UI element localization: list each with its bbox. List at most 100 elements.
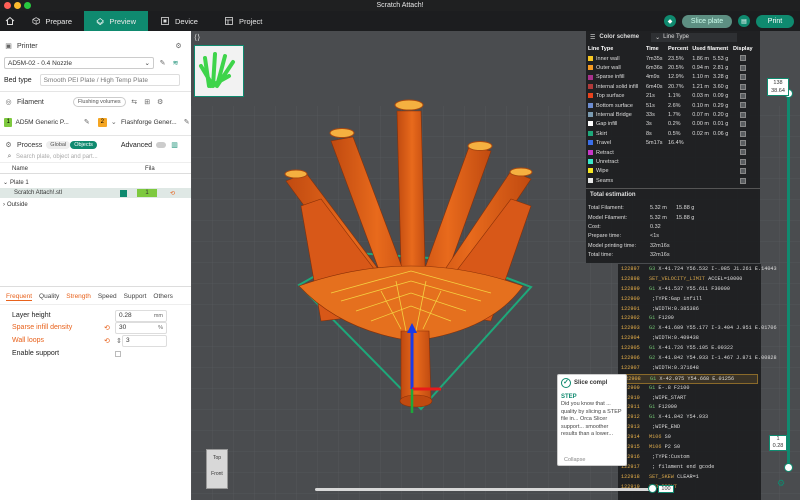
sparse-infill-input[interactable]: 30 % bbox=[115, 321, 167, 334]
legend-row[interactable]: Wipe bbox=[586, 167, 755, 176]
bed-type-select[interactable]: Smooth PEI Plate / High Temp Plate bbox=[39, 74, 180, 86]
filament-slot-1-badge[interactable]: 1 bbox=[4, 117, 13, 127]
notification-collapse[interactable]: Collapse bbox=[564, 457, 585, 463]
display-checkbox[interactable] bbox=[739, 55, 746, 62]
outside-row[interactable]: › Outside bbox=[0, 200, 191, 209]
display-checkbox[interactable] bbox=[739, 93, 746, 100]
legend-row[interactable]: Retract bbox=[586, 148, 755, 157]
display-checkbox[interactable] bbox=[739, 149, 746, 156]
object-checkbox[interactable] bbox=[120, 189, 127, 197]
print-button[interactable]: Print bbox=[756, 14, 794, 28]
minimize-window-button[interactable] bbox=[14, 2, 21, 9]
display-checkbox[interactable] bbox=[739, 158, 746, 165]
tab-frequent[interactable]: Frequent bbox=[6, 293, 33, 301]
legend-time: 51s bbox=[646, 102, 655, 109]
advanced-toggle[interactable] bbox=[156, 142, 166, 148]
flushing-volumes-button[interactable]: Flushing volumes bbox=[72, 97, 126, 107]
plate-thumbnail[interactable] bbox=[194, 45, 244, 97]
edit-filament-2-icon[interactable]: ✎ bbox=[183, 118, 191, 127]
tab-others[interactable]: Others bbox=[153, 293, 173, 300]
tab-support[interactable]: Support bbox=[124, 293, 147, 300]
tab-quality[interactable]: Quality bbox=[39, 293, 59, 300]
legend-row[interactable]: Outer wall 6m36s 20.5% 0.94 m 2.81 g bbox=[586, 63, 755, 72]
close-window-button[interactable] bbox=[4, 2, 11, 9]
legend-row[interactable]: Skirt 8s 0.5% 0.02 m 0.06 g bbox=[586, 129, 755, 138]
printer-preset-select[interactable]: AD5M-02 - 0.4 Nozzle ⌄ bbox=[4, 57, 154, 69]
layer-slider-settings-icon[interactable]: ⚙ bbox=[777, 478, 789, 490]
tab-device[interactable]: Device bbox=[148, 11, 212, 31]
reset-sparse-infill-icon[interactable]: ⟲ bbox=[104, 324, 110, 332]
display-checkbox[interactable] bbox=[739, 83, 746, 90]
display-checkbox[interactable] bbox=[739, 168, 746, 175]
reset-wall-loops-icon[interactable]: ⟲ bbox=[104, 337, 110, 345]
filament-slot-2-chevron-icon[interactable]: ⌄ bbox=[110, 118, 118, 127]
slice-plate-button[interactable]: Slice plate bbox=[682, 14, 732, 28]
legend-row[interactable]: Inner wall 7m35s 23.5% 1.86 m 5.53 g bbox=[586, 54, 755, 63]
wifi-icon[interactable]: ≋ bbox=[171, 59, 180, 68]
filament-slot-2-select[interactable]: Flashforge Gener... bbox=[121, 116, 180, 128]
legend-row[interactable]: Seams bbox=[586, 176, 755, 185]
expand-arrow-icon[interactable]: › bbox=[3, 202, 5, 208]
slice-mode-toggle[interactable]: ◆ bbox=[664, 15, 676, 27]
legend-display-cell bbox=[731, 139, 755, 148]
filament-slot-2-badge[interactable]: 2 bbox=[98, 117, 107, 127]
process-preset-icon[interactable]: ▥ bbox=[170, 141, 179, 150]
filament-sync-icon[interactable]: ⇆ bbox=[130, 98, 139, 107]
display-checkbox[interactable] bbox=[739, 121, 746, 128]
legend-wt bbox=[711, 139, 731, 148]
process-global-toggle[interactable]: Global bbox=[46, 141, 71, 149]
zoom-window-button[interactable] bbox=[24, 2, 31, 9]
estimation-row: Total time: 32m16s bbox=[586, 250, 696, 259]
process-objects-toggle[interactable]: Objects bbox=[70, 141, 97, 149]
3d-viewport[interactable]: ⟨⟩ ☰ Color scheme ⌄ Line Type Line Type … bbox=[191, 31, 800, 500]
legend-row[interactable]: Travel 5m17s 16.4% bbox=[586, 139, 755, 148]
legend-row[interactable]: Bottom surface 51s 2.6% 0.10 m 0.29 g bbox=[586, 101, 755, 110]
legend-row[interactable]: Unretract bbox=[586, 157, 755, 166]
plate-row[interactable]: ⌄ Plate 1 bbox=[0, 178, 191, 187]
display-checkbox[interactable] bbox=[739, 64, 746, 71]
edit-printer-icon[interactable]: ✎ bbox=[158, 59, 167, 68]
tab-prepare[interactable]: Prepare bbox=[20, 11, 84, 31]
legend-row[interactable]: Top surface 21s 1.1% 0.03 m 0.09 g bbox=[586, 92, 755, 101]
layer-slider-track[interactable] bbox=[787, 93, 790, 468]
display-checkbox[interactable] bbox=[739, 139, 746, 146]
object-row[interactable]: Scratch Attach!.stl 1 ⟲ bbox=[0, 188, 191, 198]
gcode-args: X-41.537 Y55.611 F30000 bbox=[658, 285, 730, 292]
legend-row[interactable]: Internal solid infill 6m40s 20.7% 1.21 m 3.6… bbox=[586, 82, 755, 91]
move-slider-handle[interactable] bbox=[648, 484, 657, 493]
legend-row[interactable]: Gap infill 3s 0.2% 0.00 m 0.01 g bbox=[586, 120, 755, 129]
tab-speed[interactable]: Speed bbox=[98, 293, 117, 300]
move-slider-track[interactable] bbox=[315, 488, 653, 491]
tab-strength[interactable]: Strength bbox=[66, 293, 91, 300]
object-settings-icon[interactable]: ⟲ bbox=[170, 190, 175, 197]
display-checkbox[interactable] bbox=[739, 111, 746, 118]
display-checkbox[interactable] bbox=[739, 102, 746, 109]
filament-add-icon[interactable]: ⊞ bbox=[143, 98, 152, 107]
display-checkbox[interactable] bbox=[739, 74, 746, 81]
enable-support-checkbox[interactable] bbox=[115, 350, 121, 357]
process-search-row[interactable]: ⌕ Search plate, object and part... bbox=[0, 151, 191, 163]
print-mode-toggle[interactable]: ▤ bbox=[738, 15, 750, 27]
home-button[interactable] bbox=[0, 11, 20, 31]
collapse-sidebar-icon[interactable]: ⟨⟩ bbox=[194, 33, 204, 43]
display-checkbox[interactable] bbox=[739, 130, 746, 137]
legend-len: 0.02 m bbox=[692, 130, 710, 137]
filament-settings-icon[interactable]: ⚙ bbox=[156, 98, 165, 107]
display-checkbox[interactable] bbox=[739, 177, 746, 184]
object-filament-badge[interactable]: 1 bbox=[137, 189, 157, 197]
view-cube[interactable]: Top Front bbox=[206, 449, 228, 489]
wall-loops-input[interactable]: 3 bbox=[122, 334, 167, 347]
legend-row[interactable]: Internal Bridge 33s 1.7% 0.07 m 0.20 g bbox=[586, 110, 755, 119]
expand-chevron-icon[interactable]: ⌄ bbox=[3, 179, 8, 186]
filament-slot-1-select[interactable]: AD5M Generic P... bbox=[15, 116, 80, 128]
legend-row[interactable]: Sparse infill 4m9s 12.9% 1.10 m 3.28 g bbox=[586, 73, 755, 82]
printer-settings-icon[interactable]: ⚙ bbox=[174, 42, 183, 51]
color-scheme-select[interactable]: ⌄ Line Type bbox=[651, 32, 738, 42]
layer-height-input[interactable]: 0.28 mm bbox=[115, 309, 167, 322]
process-search-input[interactable]: Search plate, object and part... bbox=[16, 154, 98, 160]
layer-slider-bottom-handle[interactable] bbox=[784, 463, 793, 472]
edit-filament-1-icon[interactable]: ✎ bbox=[83, 118, 91, 127]
wall-loops-stepper-icon[interactable]: ⇕ bbox=[116, 337, 122, 345]
tab-project[interactable]: Project bbox=[212, 11, 276, 31]
tab-preview[interactable]: Preview bbox=[84, 11, 148, 31]
